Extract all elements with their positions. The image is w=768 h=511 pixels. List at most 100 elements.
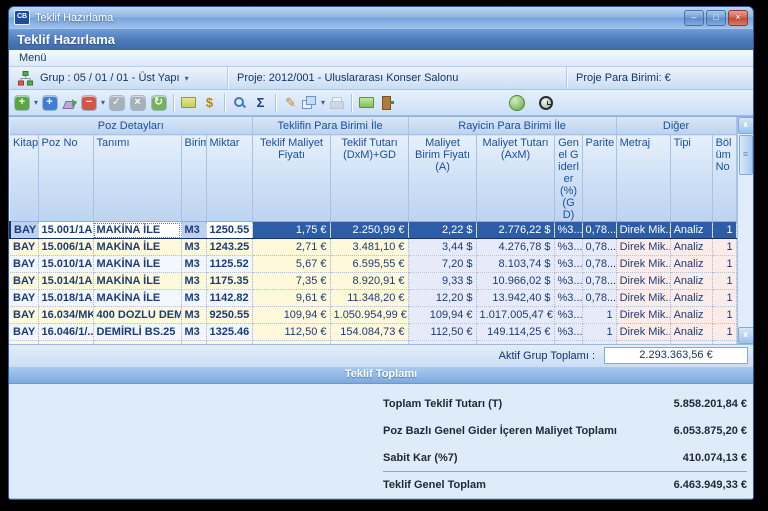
grid-cell[interactable]: 154.084,73 € — [330, 324, 408, 341]
menu-item-menu[interactable]: Menü — [16, 52, 50, 64]
grid-cell[interactable]: 1 — [582, 324, 616, 341]
close-button[interactable]: × — [728, 10, 748, 26]
print-icon[interactable] — [327, 93, 346, 113]
grid-cell[interactable]: 1 — [582, 307, 616, 324]
search-poz-icon[interactable] — [230, 93, 249, 113]
grid-cell[interactable]: BAY — [10, 307, 38, 324]
copy-icon[interactable]: ▾ — [302, 93, 325, 113]
column-header[interactable]: Tanımı — [93, 135, 181, 222]
grid-cell[interactable]: 16.046/1/... — [38, 324, 93, 341]
grid-cell[interactable]: MAKİNA İLE — [93, 273, 181, 290]
grid-cell[interactable]: 1 — [712, 324, 736, 341]
grid-cell[interactable]: 2,71 € — [252, 239, 330, 256]
grid-cell[interactable]: Direk Mik... — [616, 307, 670, 324]
grid-cell[interactable]: Analiz — [670, 239, 712, 256]
grid-cell[interactable]: BAY — [10, 239, 38, 256]
grid-cell[interactable]: MAKİNA İLE — [93, 239, 181, 256]
cash-icon[interactable] — [357, 93, 376, 113]
grid-cell[interactable]: BAY — [10, 256, 38, 273]
refresh-icon[interactable]: ↻ — [149, 93, 168, 113]
grid-cell[interactable]: 4.276,78 $ — [476, 239, 554, 256]
column-header[interactable]: Teklif Maliyet Fiyatı — [252, 135, 330, 222]
grid-cell[interactable]: 0,78... — [582, 239, 616, 256]
grid-cell[interactable]: %3... — [554, 222, 582, 239]
grid-cell[interactable]: 13.942,40 $ — [476, 290, 554, 307]
grid-cell[interactable]: BAY — [10, 290, 38, 307]
grid-cell[interactable]: 1 — [712, 273, 736, 290]
grid-cell[interactable]: 5,67 € — [252, 256, 330, 273]
grid-cell[interactable]: 0,78... — [582, 273, 616, 290]
grid-cell[interactable]: 9,33 $ — [408, 273, 476, 290]
grid-cell[interactable]: 1125.52 — [206, 256, 252, 273]
grid-cell[interactable]: 3,44 $ — [408, 239, 476, 256]
grid-cell[interactable]: MAKİNA İLE — [93, 256, 181, 273]
grid-cell[interactable]: 15.010/1A — [38, 256, 93, 273]
grid-cell[interactable]: 1243.25 — [206, 239, 252, 256]
scrollbar-track[interactable] — [738, 176, 753, 327]
grid-cell[interactable]: %3... — [554, 324, 582, 341]
add-row-icon[interactable]: +▾ — [15, 93, 38, 113]
grid-cell[interactable]: 0,78... — [582, 222, 616, 239]
column-group-header[interactable]: Poz Detayları — [10, 117, 252, 135]
grid-cell[interactable]: Analiz — [670, 273, 712, 290]
sum-sigma-icon[interactable]: Σ — [251, 93, 270, 113]
grid-cell[interactable]: Analiz — [670, 324, 712, 341]
grid-cell[interactable]: 112,50 € — [252, 324, 330, 341]
grid-cell[interactable]: M3 — [181, 239, 206, 256]
column-header[interactable]: Birimi — [181, 135, 206, 222]
delete-row-icon[interactable]: −▾ — [82, 93, 105, 113]
grid-cell[interactable]: 11.348,20 € — [330, 290, 408, 307]
table-row[interactable]: BAY15.018/1AMAKİNA İLEM31142.829,61 €11.… — [10, 290, 736, 307]
table-row[interactable]: BAY15.010/1AMAKİNA İLEM31125.525,67 €6.5… — [10, 256, 736, 273]
grid-cell[interactable]: Direk Mik... — [616, 222, 670, 239]
table-row[interactable]: BAY16.046/1/...DEMİRLİ BS.25M31325.46112… — [10, 324, 736, 341]
table-row[interactable]: BAY15.001/1AMAKİNA İLEM31250.551,75 €2.2… — [10, 222, 736, 239]
grid-cell[interactable]: DEMİRLİ BS.25 — [93, 324, 181, 341]
grid-cell[interactable]: 112,50 € — [408, 324, 476, 341]
coins-icon[interactable]: $ — [200, 93, 219, 113]
column-header[interactable]: Metraj — [616, 135, 670, 222]
grid-cell[interactable]: 15.018/1A — [38, 290, 93, 307]
column-header[interactable]: Bölüm No — [712, 135, 736, 222]
scroll-down-button[interactable]: ∨ — [738, 327, 753, 344]
grid-cell[interactable]: Direk Mik... — [616, 256, 670, 273]
column-header[interactable]: Maliyet Tutarı (AxM) — [476, 135, 554, 222]
grid-cell[interactable]: %3... — [554, 307, 582, 324]
grid-cell[interactable]: 9,61 € — [252, 290, 330, 307]
grid-cell[interactable]: BAY — [10, 273, 38, 290]
column-group-header[interactable]: Diğer — [616, 117, 736, 135]
grid-cell[interactable]: 1 — [712, 239, 736, 256]
grid-cell[interactable]: 15.006/1A — [38, 239, 93, 256]
grid-cell[interactable]: 1 — [712, 222, 736, 239]
column-header[interactable]: Miktar — [206, 135, 252, 222]
grid-cell[interactable]: 1,75 € — [252, 222, 330, 239]
history-clock-icon[interactable] — [536, 93, 555, 113]
grid-cell[interactable]: 1325.46 — [206, 324, 252, 341]
grid-cell[interactable]: 8.920,91 € — [330, 273, 408, 290]
exit-icon[interactable] — [378, 93, 397, 113]
scroll-up-button[interactable]: ∧ — [738, 117, 753, 134]
group-selector[interactable]: Grup : 05 / 01 / 01 - Üst Yapı ▾ — [9, 67, 228, 89]
grid-cell[interactable]: Analiz — [670, 222, 712, 239]
grid-cell[interactable]: 15.014/1A — [38, 273, 93, 290]
grid-cell[interactable]: 10.966,02 $ — [476, 273, 554, 290]
grid-cell[interactable]: 2.776,22 $ — [476, 222, 554, 239]
grid-cell[interactable]: Analiz — [670, 290, 712, 307]
grid-cell[interactable]: BAY — [10, 324, 38, 341]
column-header[interactable]: Kitap — [10, 135, 38, 222]
column-header[interactable]: Parite — [582, 135, 616, 222]
grid-cell[interactable]: 0,78... — [582, 290, 616, 307]
grid-cell[interactable]: %3... — [554, 290, 582, 307]
active-group-total-value[interactable]: 2.293.363,56 € — [604, 347, 748, 364]
grid-cell[interactable]: 1 — [712, 307, 736, 324]
eraser-icon[interactable] — [61, 93, 80, 113]
grid-cell[interactable]: 6.595,55 € — [330, 256, 408, 273]
grid-cell[interactable]: 1 — [712, 290, 736, 307]
grid-cell[interactable]: 16.034/MK — [38, 307, 93, 324]
grid-cell[interactable]: 7,20 $ — [408, 256, 476, 273]
grid-cell[interactable]: 8.103,74 $ — [476, 256, 554, 273]
grid-cell[interactable]: 149.114,25 € — [476, 324, 554, 341]
grid-cell[interactable]: M3 — [181, 290, 206, 307]
edit-icon[interactable]: ✎ — [281, 93, 300, 113]
column-header[interactable]: Teklif Tutarı (DxM)+GD — [330, 135, 408, 222]
